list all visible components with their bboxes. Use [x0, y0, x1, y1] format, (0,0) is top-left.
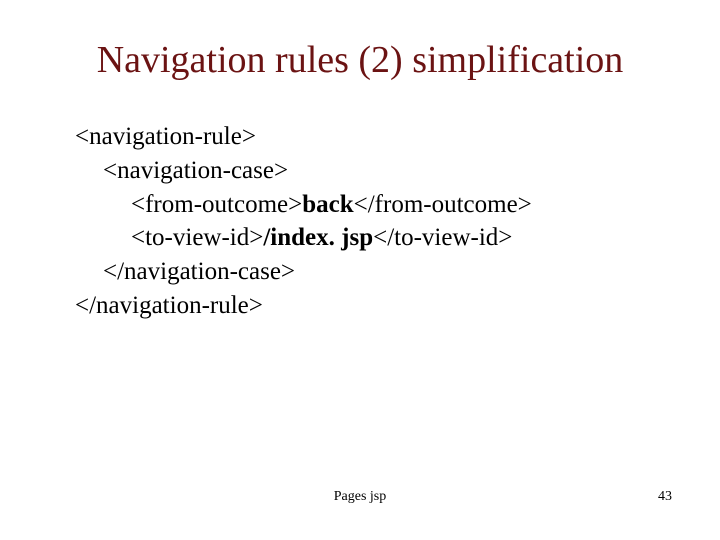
code-line: </navigation-rule>: [75, 289, 655, 323]
code-text: </from-outcome>: [354, 191, 532, 218]
code-line: <navigation-case>: [75, 154, 655, 188]
code-block: <navigation-rule> <navigation-case> <fro…: [75, 120, 655, 323]
page-number: 43: [658, 489, 672, 505]
footer-center: Pages jsp: [0, 489, 720, 505]
code-bold: back: [302, 191, 353, 218]
code-line: <navigation-rule>: [75, 120, 655, 154]
code-line: <from-outcome>back</from-outcome>: [75, 188, 655, 222]
slide-title: Navigation rules (2) simplification: [0, 38, 720, 82]
code-text: <from-outcome>: [131, 191, 302, 218]
code-line: <to-view-id>/index. jsp</to-view-id>: [75, 221, 655, 255]
code-line: </navigation-case>: [75, 255, 655, 289]
code-text: <to-view-id>: [131, 224, 263, 251]
code-text: </to-view-id>: [373, 224, 512, 251]
slide: Navigation rules (2) simplification <nav…: [0, 0, 720, 540]
code-bold: /index. jsp: [263, 224, 373, 251]
